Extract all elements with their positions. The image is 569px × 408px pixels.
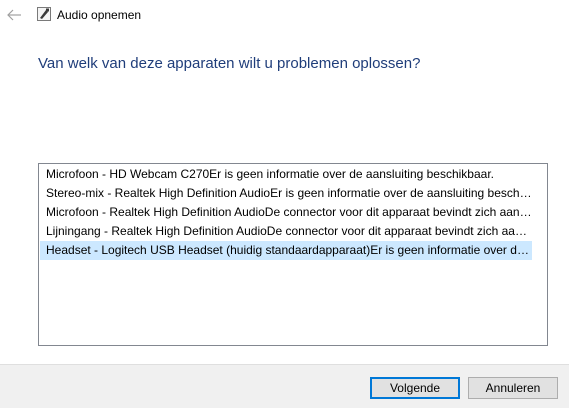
device-list-item[interactable]: Stereo-mix - Realtek High Definition Aud…	[40, 184, 532, 203]
next-button[interactable]: Volgende	[370, 377, 460, 399]
device-list-item[interactable]: Microfoon - HD Webcam C270Er is geen inf…	[40, 165, 532, 184]
device-list-item[interactable]: Lijningang - Realtek High Definition Aud…	[40, 222, 532, 241]
window-title: Audio opnemen	[57, 8, 142, 22]
back-arrow-icon[interactable]	[4, 6, 24, 24]
device-list-item[interactable]: Microfoon - Realtek High Definition Audi…	[40, 203, 532, 222]
footer-bar: Volgende Annuleren	[0, 364, 569, 408]
cancel-button[interactable]: Annuleren	[468, 377, 558, 399]
device-list-item-selected[interactable]: Headset - Logitech USB Headset (huidig s…	[40, 241, 532, 260]
page-heading: Van welk van deze apparaten wilt u probl…	[38, 55, 421, 72]
troubleshooter-icon	[37, 7, 51, 21]
title-bar: Audio opnemen	[0, 0, 569, 30]
device-list[interactable]: Microfoon - HD Webcam C270Er is geen inf…	[38, 163, 548, 346]
